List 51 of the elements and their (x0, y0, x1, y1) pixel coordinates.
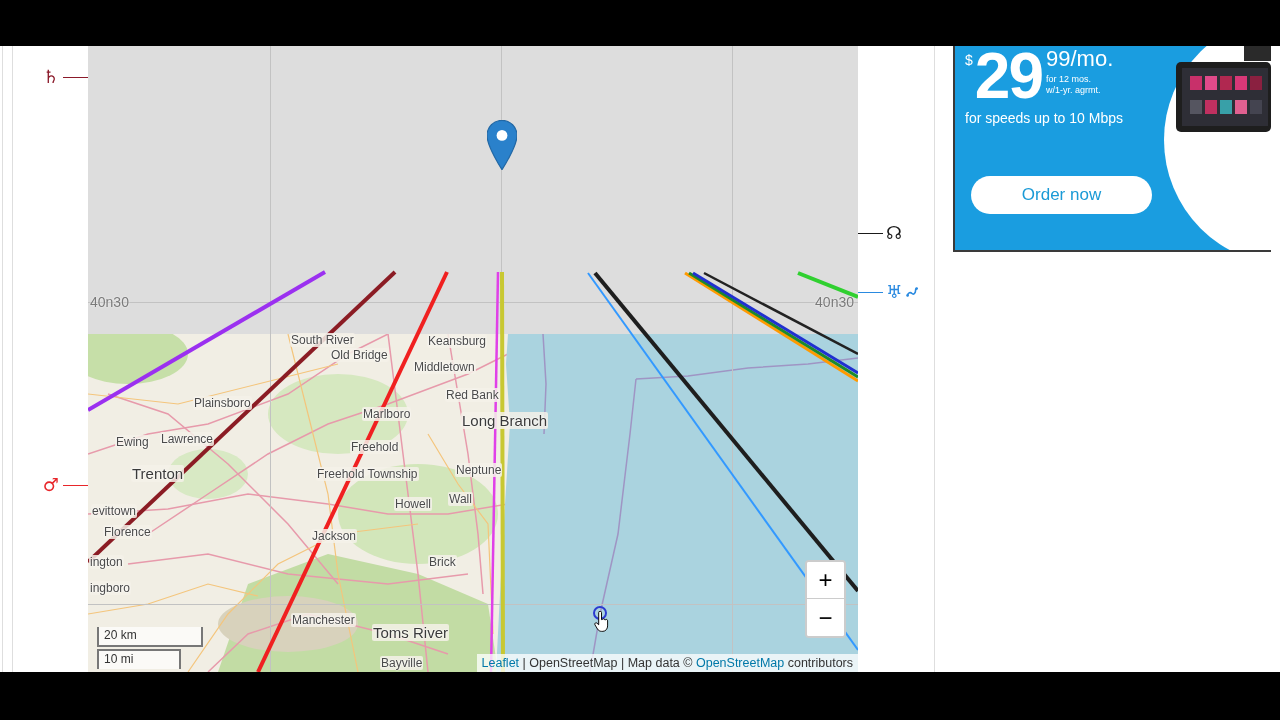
place-label: Middletown (413, 360, 476, 374)
place-label: Bayville (380, 656, 424, 670)
leader-line (858, 232, 883, 234)
place-label: Marlboro (362, 407, 412, 421)
place-label: Old Bridge (330, 348, 389, 362)
place-label: Keansburg (427, 334, 488, 348)
place-label: Manchester (291, 613, 356, 627)
place-label: Freehold (350, 440, 400, 454)
place-label: Plainsboro (193, 396, 252, 410)
place-label: Brick (428, 555, 457, 569)
place-label: Long Branch (461, 412, 549, 429)
map-attribution: Leaflet | OpenStreetMap | Map data © OpenStreetMap contributors (476, 654, 858, 672)
place-label: Wall (448, 492, 473, 506)
planet-glyph: ♅ (886, 282, 903, 302)
attribution-link[interactable]: Leaflet (481, 656, 520, 670)
grid-label: 40n30 (90, 293, 129, 311)
place-label: evittown (91, 504, 138, 518)
order-now-button[interactable]: Order now (971, 176, 1152, 214)
place-label: Toms River (372, 624, 449, 641)
hand-cursor-icon (594, 611, 609, 632)
circle-marker-icon[interactable] (592, 605, 608, 621)
agreement-text: w/1-yr. agrmt. (1046, 85, 1101, 96)
term-text: for 12 mos. (1046, 74, 1091, 85)
scale-bar: 10 mi (97, 649, 181, 669)
price-cents: 99/mo. (1046, 48, 1114, 70)
place-label: Howell (394, 497, 432, 511)
place-label: Florence (103, 525, 152, 539)
grid-label: 40n30 (815, 293, 854, 311)
place-label: Trenton (131, 465, 185, 482)
zoom-in-button[interactable]: + (807, 562, 844, 599)
map-pin-icon[interactable] (487, 120, 517, 170)
price-dollars: 29 (974, 48, 1042, 104)
planet-glyph: ♄ (42, 67, 59, 87)
leader-line (63, 76, 88, 78)
place-label: ingboro (89, 581, 132, 595)
attribution-link[interactable]: OpenStreetMap (695, 656, 785, 670)
place-label: South River (290, 333, 355, 347)
planet-glyph: ♂ (42, 475, 59, 495)
scale-bar: 20 km (97, 627, 203, 647)
planet-glyph: ☊ (886, 223, 902, 243)
leader-line (858, 291, 883, 293)
place-label: Lawrence (160, 432, 215, 446)
place-label: Neptune (455, 463, 503, 477)
place-label: Freehold Township (316, 467, 419, 481)
speed-text: for speeds up to 10 Mbps (965, 110, 1123, 126)
place-label: ington (89, 555, 124, 569)
place-label: Red Bank (445, 388, 500, 402)
currency-symbol: $ (965, 52, 973, 68)
place-label: Ewing (115, 435, 150, 449)
leader-line (63, 484, 88, 486)
place-label: Jackson (311, 529, 358, 543)
